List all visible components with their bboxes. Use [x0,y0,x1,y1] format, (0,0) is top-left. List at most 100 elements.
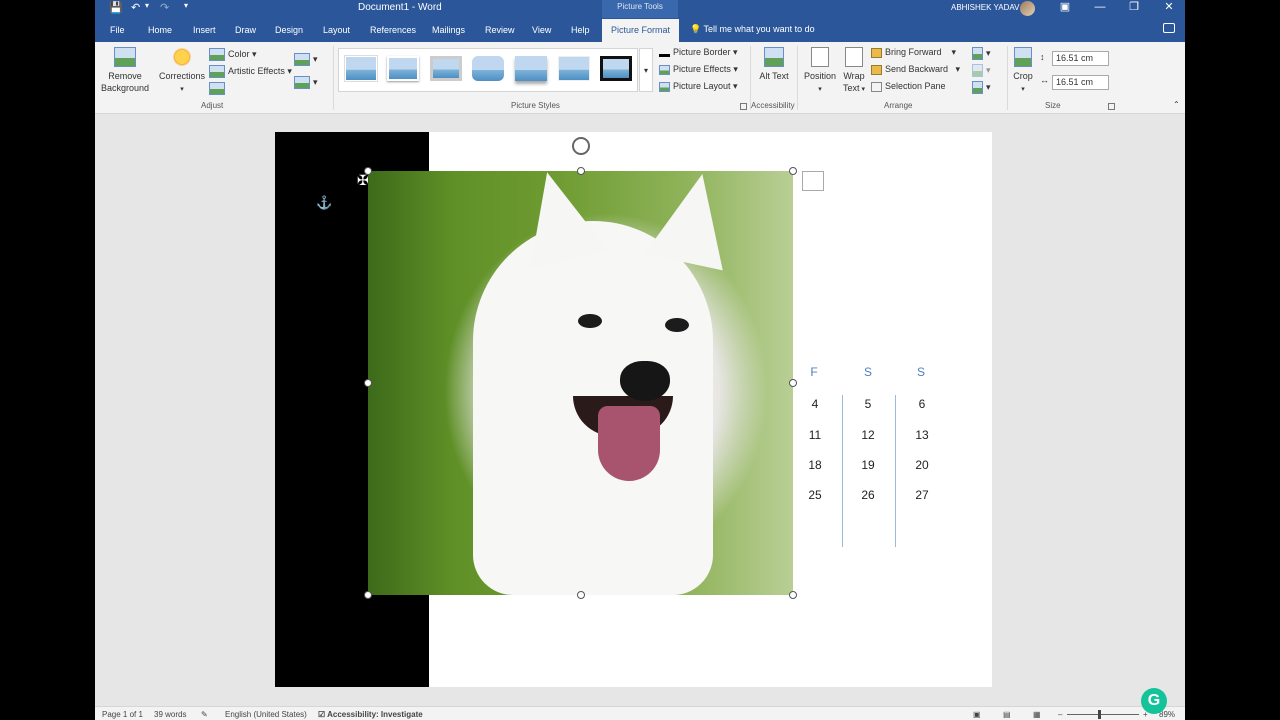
rotate-button[interactable]: ▾ [972,81,991,94]
height-input[interactable]: 16.51 cm [1052,51,1109,66]
close-icon[interactable]: ✕ [1159,0,1179,14]
web-layout-icon[interactable]: ▦ [1033,710,1041,719]
restore-icon[interactable]: ❐ [1124,0,1144,14]
tab-mailings[interactable]: Mailings [432,25,465,35]
dog-picture[interactable] [368,171,793,595]
send-backward-button[interactable]: Send Backward ▾ [871,64,960,75]
group-objects-button[interactable]: ▾ [972,64,991,77]
undo-dropdown-icon[interactable]: ▾ [145,1,149,10]
picture-border-button[interactable]: Picture Border ▾ [659,47,738,58]
redo-icon[interactable]: ↷ [160,1,169,14]
compress-pictures-button[interactable]: ▾ [294,53,318,66]
compress-pictures-icon [294,53,310,66]
save-icon[interactable]: 💾 [109,1,123,14]
align-button[interactable]: ▾ [972,47,991,60]
picture-border-icon [659,48,670,58]
crop-button[interactable]: Crop ▾ [1010,47,1036,96]
picture-layout-label: Picture Layout [673,81,731,91]
focus-mode-icon[interactable]: ▣ [973,710,981,719]
customize-qat-icon[interactable]: ▾ [184,1,188,10]
layout-options-icon[interactable] [802,171,824,191]
picture-style-thumbnail[interactable] [600,56,632,81]
artistic-effects-button[interactable]: Artistic Effects ▾ [209,65,292,78]
height-value: 16.51 cm [1056,53,1094,63]
tab-design[interactable]: Design [275,25,303,35]
alt-text-button[interactable]: Alt Text [755,47,793,82]
language[interactable]: English (United States) [225,710,307,719]
selection-pane-button[interactable]: Selection Pane [871,81,946,92]
size-group-label: Size [1045,101,1061,110]
tell-me-search[interactable]: 💡 Tell me what you want to do [690,24,815,35]
grammarly-icon[interactable]: G [1141,688,1167,714]
bring-forward-button[interactable]: Bring Forward ▾ [871,47,956,58]
undo-icon[interactable]: ↶ [131,1,140,14]
tab-draw[interactable]: Draw [235,25,256,35]
resize-handle[interactable] [789,591,797,599]
tab-file[interactable]: File [110,25,125,35]
collapse-ribbon-icon[interactable]: ⌃ [1173,100,1180,109]
tab-help[interactable]: Help [571,25,590,35]
resize-handle[interactable] [364,379,372,387]
tab-picture-format[interactable]: Picture Format [602,19,680,43]
corrections-dropdown-icon: ▾ [180,86,184,93]
word-window: 💾 ↶ ▾ ↷ ▾ Document1 - Word Picture Tools… [95,0,1185,720]
avatar[interactable] [1020,1,1035,16]
picture-layout-button[interactable]: Picture Layout ▾ [659,81,738,92]
resize-handle[interactable] [789,379,797,387]
ribbon-display-options-icon[interactable]: ▣ [1055,0,1075,14]
gallery-more-icon[interactable]: ▾ [639,48,653,92]
resize-handle[interactable] [364,591,372,599]
color-button[interactable]: Color ▾ [209,48,257,61]
calendar-divider [895,395,896,547]
corrections-icon [171,46,193,68]
zoom-slider-thumb[interactable] [1098,710,1101,719]
tab-layout[interactable]: Layout [323,25,350,35]
accessibility-icon: ☑ [318,710,328,719]
zoom-out-icon[interactable]: – [1058,710,1062,719]
width-input[interactable]: 16.51 cm [1052,75,1109,90]
rotate-dropdown-icon: ▾ [986,81,991,92]
size-dialog-launcher-icon[interactable] [1108,103,1115,110]
remove-background-button[interactable]: Remove Background [98,47,152,94]
calendar-day: 13 [915,428,929,442]
picture-style-thumbnail[interactable] [387,56,419,81]
picture-effects-button[interactable]: Picture Effects ▾ [659,64,738,75]
picture-style-thumbnail[interactable] [472,56,504,81]
proofing-icon[interactable]: ✎ [201,710,208,719]
transparency-button[interactable] [209,82,228,95]
resize-handle[interactable] [577,591,585,599]
picture-styles-dialog-launcher-icon[interactable] [740,103,747,110]
document-title: Document1 - Word [358,2,442,13]
calendar-day: 19 [861,458,875,472]
corrections-button[interactable]: Corrections ▾ [155,46,209,96]
tab-review[interactable]: Review [485,25,515,35]
position-button[interactable]: Position ▾ [801,47,839,96]
picture-border-dropdown-icon: ▾ [730,47,738,57]
rotate-handle-icon[interactable] [572,137,590,155]
accessibility-status[interactable]: ☑ Accessibility: Investigate [318,710,423,719]
wrap-text-icon [845,47,863,67]
user-name[interactable]: ABHISHEK YADAV [951,3,1019,12]
print-layout-icon[interactable]: ▤ [1003,710,1011,719]
tab-references[interactable]: References [370,25,416,35]
ribbon-tabs: File Home Insert Draw Design Layout Refe… [95,18,1185,43]
tab-insert[interactable]: Insert [193,25,216,35]
calendar-header: F [810,365,818,379]
picture-style-thumbnail[interactable] [430,56,462,81]
tab-view[interactable]: View [532,25,551,35]
minimize-icon[interactable]: — [1090,0,1110,14]
wrap-text-button[interactable]: Wrap Text ▾ [839,47,869,96]
comments-icon[interactable] [1163,23,1175,33]
remove-background-label: Remove Background [100,71,150,93]
picture-style-thumbnail[interactable] [558,56,590,81]
page-count[interactable]: Page 1 of 1 [102,710,143,719]
word-count[interactable]: 39 words [154,710,186,719]
resize-handle[interactable] [577,167,585,175]
picture-style-thumbnail[interactable] [345,56,377,81]
change-picture-button[interactable]: ▾ [294,76,318,89]
calendar-day: 6 [918,397,926,411]
tab-home[interactable]: Home [148,25,172,35]
zoom-slider[interactable] [1067,714,1139,715]
resize-handle[interactable] [789,167,797,175]
picture-style-thumbnail[interactable] [515,56,547,81]
